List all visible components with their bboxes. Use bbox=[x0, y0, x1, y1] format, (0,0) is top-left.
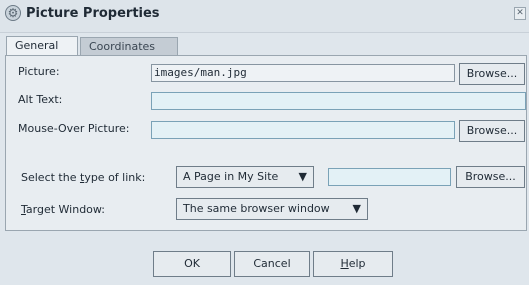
target-window-label-post: arget Window: bbox=[25, 203, 106, 216]
gear-icon: ⚙ bbox=[5, 5, 21, 21]
help-label: elp bbox=[348, 257, 366, 270]
picture-browse-button[interactable]: Browse... bbox=[459, 63, 525, 85]
general-panel: Picture: images/man.jpg Browse... Alt Te… bbox=[5, 55, 527, 231]
close-icon[interactable]: ✕ bbox=[514, 7, 526, 20]
help-button[interactable]: Help bbox=[313, 251, 393, 277]
alt-text-label: Alt Text: bbox=[18, 93, 63, 106]
window-title: Picture Properties bbox=[26, 6, 160, 21]
mouse-over-label: Mouse-Over Picture: bbox=[18, 122, 130, 135]
link-type-selected: A Page in My Site bbox=[183, 170, 279, 183]
tab-coordinates[interactable]: Coordinates bbox=[80, 37, 178, 56]
ok-button[interactable]: OK bbox=[153, 251, 231, 277]
title-bar: ⚙ Picture Properties ✕ bbox=[0, 0, 529, 33]
dropdown-arrow-icon: ▼ bbox=[352, 202, 361, 215]
target-window-label: Target Window: bbox=[21, 203, 105, 216]
picture-label: Picture: bbox=[18, 65, 60, 78]
target-window-select[interactable]: The same browser window ▼ bbox=[176, 198, 368, 220]
target-window-selected: The same browser window bbox=[183, 202, 330, 215]
alt-text-input[interactable] bbox=[151, 92, 526, 110]
link-type-label-pre: Select the bbox=[21, 171, 80, 184]
link-type-label-post: ype of link: bbox=[84, 171, 146, 184]
link-type-label: Select the type of link: bbox=[21, 171, 145, 184]
help-mnemonic: H bbox=[340, 257, 349, 270]
link-type-select[interactable]: A Page in My Site ▼ bbox=[176, 166, 314, 188]
tab-general[interactable]: General bbox=[6, 36, 78, 56]
cancel-button[interactable]: Cancel bbox=[234, 251, 310, 277]
picture-input[interactable]: images/man.jpg bbox=[151, 64, 455, 82]
tab-general-label: General bbox=[15, 39, 59, 52]
tab-coordinates-label: Coordinates bbox=[89, 40, 156, 53]
dropdown-arrow-icon: ▼ bbox=[298, 170, 307, 183]
mouse-over-input[interactable] bbox=[151, 121, 455, 139]
link-target-input[interactable] bbox=[328, 168, 451, 186]
link-browse-button[interactable]: Browse... bbox=[456, 166, 525, 188]
mouse-over-browse-button[interactable]: Browse... bbox=[459, 120, 525, 142]
